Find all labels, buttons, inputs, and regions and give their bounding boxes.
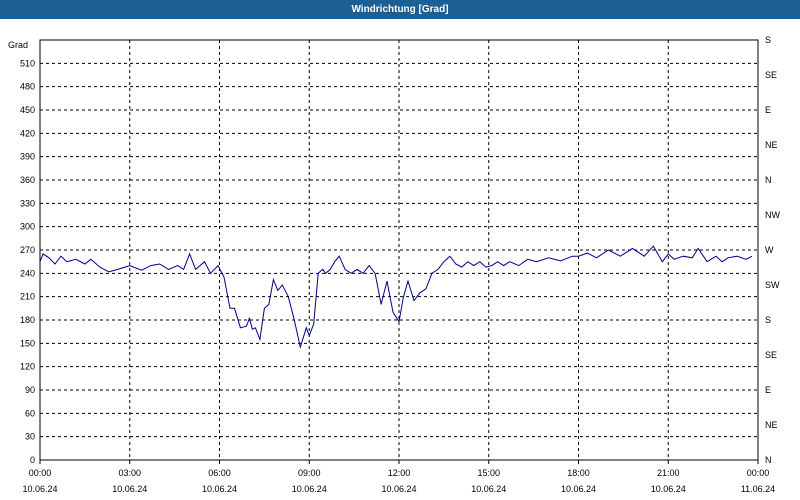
x-tick-date: 10.06.24 bbox=[651, 484, 686, 494]
y-tick-label: 120 bbox=[20, 362, 35, 372]
x-tick-time: 12:00 bbox=[388, 468, 411, 478]
x-tick-time: 06:00 bbox=[208, 468, 231, 478]
x-tick-date: 10.06.24 bbox=[112, 484, 147, 494]
x-tick-time: 18:00 bbox=[567, 468, 590, 478]
compass-tick-label: E bbox=[765, 385, 771, 395]
compass-tick-label: SW bbox=[765, 280, 780, 290]
x-tick-date: 10.06.24 bbox=[292, 484, 327, 494]
compass-tick-label: NE bbox=[765, 140, 778, 150]
compass-tick-label: NW bbox=[765, 210, 780, 220]
y-tick-label: 30 bbox=[25, 432, 35, 442]
y-tick-label: 330 bbox=[20, 198, 35, 208]
y-tick-label: 240 bbox=[20, 268, 35, 278]
y-axis-label: Grad bbox=[8, 40, 28, 50]
y-tick-label: 480 bbox=[20, 82, 35, 92]
x-tick-time: 15:00 bbox=[477, 468, 500, 478]
compass-tick-label: S bbox=[765, 35, 771, 45]
y-tick-label: 360 bbox=[20, 175, 35, 185]
compass-tick-label: SE bbox=[765, 350, 777, 360]
compass-tick-label: W bbox=[765, 245, 774, 255]
x-tick-time: 03:00 bbox=[118, 468, 141, 478]
compass-tick-label: SE bbox=[765, 70, 777, 80]
x-tick-time: 21:00 bbox=[657, 468, 680, 478]
y-tick-label: 210 bbox=[20, 292, 35, 302]
y-tick-label: 510 bbox=[20, 58, 35, 68]
y-tick-label: 180 bbox=[20, 315, 35, 325]
x-tick-date: 10.06.24 bbox=[561, 484, 596, 494]
y-tick-label: 270 bbox=[20, 245, 35, 255]
y-tick-label: 150 bbox=[20, 338, 35, 348]
y-tick-label: 450 bbox=[20, 105, 35, 115]
compass-tick-label: E bbox=[765, 105, 771, 115]
y-tick-label: 60 bbox=[25, 408, 35, 418]
y-tick-label: 90 bbox=[25, 385, 35, 395]
y-tick-label: 420 bbox=[20, 128, 35, 138]
compass-tick-label: N bbox=[765, 175, 772, 185]
y-tick-label: 0 bbox=[30, 455, 35, 465]
x-tick-time: 09:00 bbox=[298, 468, 321, 478]
y-tick-label: 390 bbox=[20, 152, 35, 162]
compass-tick-label: N bbox=[765, 455, 772, 465]
x-tick-date: 11.06.24 bbox=[741, 484, 775, 494]
y-tick-label: 300 bbox=[20, 222, 35, 232]
x-tick-time: 00:00 bbox=[747, 468, 770, 478]
compass-tick-label: S bbox=[765, 315, 771, 325]
x-tick-date: 10.06.24 bbox=[381, 484, 416, 494]
compass-tick-label: NE bbox=[765, 420, 778, 430]
wind-direction-chart: 0 30 60 90 120 150 180 210 240 270 300 330 360 390 420… bbox=[8, 35, 780, 494]
x-tick-time: 00:00 bbox=[29, 468, 52, 478]
x-tick-date: 10.06.24 bbox=[22, 484, 57, 494]
x-tick-date: 10.06.24 bbox=[202, 484, 237, 494]
x-tick-date: 10.06.24 bbox=[471, 484, 506, 494]
